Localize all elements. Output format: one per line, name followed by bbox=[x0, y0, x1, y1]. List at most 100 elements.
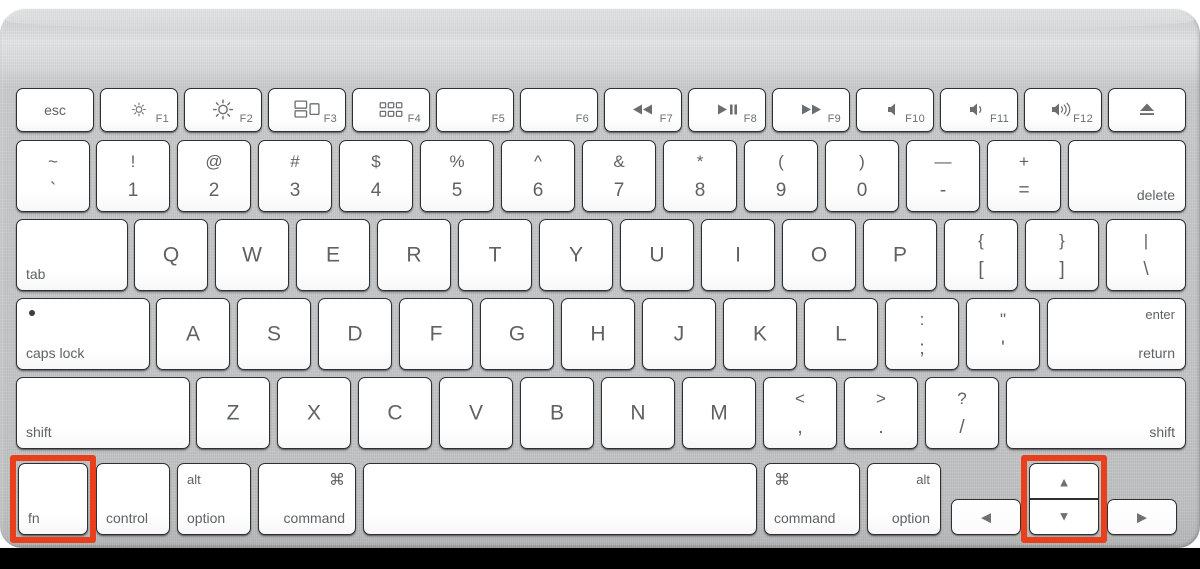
key-eject[interactable] bbox=[1108, 88, 1186, 132]
key-semicolon[interactable]: : ; bbox=[885, 298, 959, 370]
key-2-lower: 2 bbox=[208, 180, 220, 201]
key-bracket-right-upper: } bbox=[1059, 231, 1065, 250]
key-option-left[interactable]: alt option bbox=[177, 463, 251, 535]
key-j[interactable]: J bbox=[642, 298, 716, 370]
key-arrow-right[interactable]: ▶ bbox=[1107, 499, 1177, 535]
key-minus[interactable]: — - bbox=[906, 140, 980, 212]
key-slash[interactable]: ? / bbox=[925, 377, 999, 449]
key-t[interactable]: T bbox=[458, 219, 532, 291]
key-quote[interactable]: " ' bbox=[966, 298, 1040, 370]
key-delete[interactable]: delete bbox=[1068, 140, 1186, 212]
key-command-right[interactable]: ⌘ command bbox=[764, 463, 860, 535]
key-delete-label: delete bbox=[1136, 187, 1175, 203]
key-q-label: Q bbox=[162, 243, 180, 267]
key-shift-left[interactable]: shift bbox=[16, 377, 190, 449]
arrow-down-icon: ▼ bbox=[1057, 508, 1071, 524]
key-d[interactable]: D bbox=[318, 298, 392, 370]
key-comma[interactable]: < , bbox=[763, 377, 837, 449]
key-tab-label: tab bbox=[26, 266, 46, 282]
key-8[interactable]: * 8 bbox=[663, 140, 737, 212]
key-f12-volume-up[interactable]: F12 bbox=[1024, 88, 1102, 132]
key-esc[interactable]: esc bbox=[16, 88, 94, 132]
key-o[interactable]: O bbox=[782, 219, 856, 291]
key-d-label: D bbox=[347, 322, 363, 346]
key-f11-volume-down[interactable]: F11 bbox=[940, 88, 1018, 132]
key-b[interactable]: B bbox=[520, 377, 594, 449]
key-x[interactable]: X bbox=[277, 377, 351, 449]
key-f4-launchpad[interactable]: F4 bbox=[352, 88, 430, 132]
key-f1-brightness-down[interactable]: F1 bbox=[100, 88, 178, 132]
key-k[interactable]: K bbox=[723, 298, 797, 370]
key-f2-brightness-up[interactable]: F2 bbox=[184, 88, 262, 132]
key-return[interactable]: enter return bbox=[1047, 298, 1186, 370]
arrow-up-icon: ▲ bbox=[1057, 474, 1071, 490]
key-c[interactable]: C bbox=[358, 377, 432, 449]
key-q[interactable]: Q bbox=[134, 219, 208, 291]
key-f6-fnum: F6 bbox=[575, 113, 589, 125]
key-f5[interactable]: F5 bbox=[436, 88, 514, 132]
key-a[interactable]: A bbox=[156, 298, 230, 370]
key-f7-rewind[interactable]: F7 bbox=[604, 88, 682, 132]
key-backslash[interactable]: | \ bbox=[1106, 219, 1186, 291]
key-r[interactable]: R bbox=[377, 219, 451, 291]
key-3[interactable]: # 3 bbox=[258, 140, 332, 212]
key-option-right[interactable]: alt option bbox=[867, 463, 941, 535]
key-control-label: control bbox=[106, 510, 149, 526]
key-9[interactable]: ( 9 bbox=[744, 140, 818, 212]
key-g[interactable]: G bbox=[480, 298, 554, 370]
key-7[interactable]: & 7 bbox=[582, 140, 656, 212]
key-0[interactable]: ) 0 bbox=[825, 140, 899, 212]
key-f9-fast-forward[interactable]: F9 bbox=[772, 88, 850, 132]
key-u[interactable]: U bbox=[620, 219, 694, 291]
key-f[interactable]: F bbox=[399, 298, 473, 370]
key-f3-mission-control[interactable]: F3 bbox=[268, 88, 346, 132]
key-e[interactable]: E bbox=[296, 219, 370, 291]
key-period[interactable]: > . bbox=[844, 377, 918, 449]
key-backtick[interactable]: ~ ` bbox=[16, 140, 90, 212]
key-f8-play-pause[interactable]: F8 bbox=[688, 88, 766, 132]
key-option-left-label: option bbox=[187, 510, 226, 526]
arrow-up-down-pair[interactable]: ▲ ▼ bbox=[1029, 463, 1099, 535]
key-option-right-alt-label: alt bbox=[916, 472, 930, 487]
key-space[interactable] bbox=[363, 463, 757, 535]
key-p[interactable]: P bbox=[863, 219, 937, 291]
key-f7-fnum: F7 bbox=[659, 113, 673, 125]
key-f6[interactable]: F6 bbox=[520, 88, 598, 132]
key-w[interactable]: W bbox=[215, 219, 289, 291]
key-bracket-left[interactable]: { [ bbox=[944, 219, 1018, 291]
key-return-enter-label: enter bbox=[1145, 307, 1175, 322]
key-y[interactable]: Y bbox=[539, 219, 613, 291]
key-equals[interactable]: + = bbox=[987, 140, 1061, 212]
key-h[interactable]: H bbox=[561, 298, 635, 370]
key-f10-mute[interactable]: F10 bbox=[856, 88, 934, 132]
key-backslash-lower: \ bbox=[1143, 259, 1149, 280]
key-command-left[interactable]: ⌘ command bbox=[258, 463, 356, 535]
key-arrow-left[interactable]: ◀ bbox=[951, 499, 1021, 535]
key-z[interactable]: Z bbox=[196, 377, 270, 449]
key-control[interactable]: control bbox=[96, 463, 170, 535]
key-6-lower: 6 bbox=[532, 180, 544, 201]
key-y-label: Y bbox=[568, 243, 583, 267]
key-f1-fnum: F1 bbox=[155, 113, 169, 125]
screenshot-bottom-strip bbox=[0, 548, 1200, 569]
key-caps-lock[interactable]: caps lock bbox=[16, 298, 150, 370]
key-tab[interactable]: tab bbox=[16, 219, 128, 291]
key-6[interactable]: ^ 6 bbox=[501, 140, 575, 212]
key-2[interactable]: @ 2 bbox=[177, 140, 251, 212]
key-arrow-up[interactable]: ▲ bbox=[1030, 464, 1098, 500]
key-l[interactable]: L bbox=[804, 298, 878, 370]
key-arrow-down[interactable]: ▼ bbox=[1030, 498, 1098, 534]
key-shift-right[interactable]: shift bbox=[1006, 377, 1186, 449]
key-4[interactable]: $ 4 bbox=[339, 140, 413, 212]
key-m[interactable]: M bbox=[682, 377, 756, 449]
key-s[interactable]: S bbox=[237, 298, 311, 370]
key-1-lower: 1 bbox=[127, 180, 139, 201]
key-fn[interactable]: fn bbox=[18, 463, 88, 535]
key-i[interactable]: I bbox=[701, 219, 775, 291]
key-v[interactable]: V bbox=[439, 377, 513, 449]
key-c-label: C bbox=[387, 401, 403, 425]
key-n[interactable]: N bbox=[601, 377, 675, 449]
key-1[interactable]: ! 1 bbox=[96, 140, 170, 212]
key-bracket-right[interactable]: } ] bbox=[1025, 219, 1099, 291]
key-5[interactable]: % 5 bbox=[420, 140, 494, 212]
